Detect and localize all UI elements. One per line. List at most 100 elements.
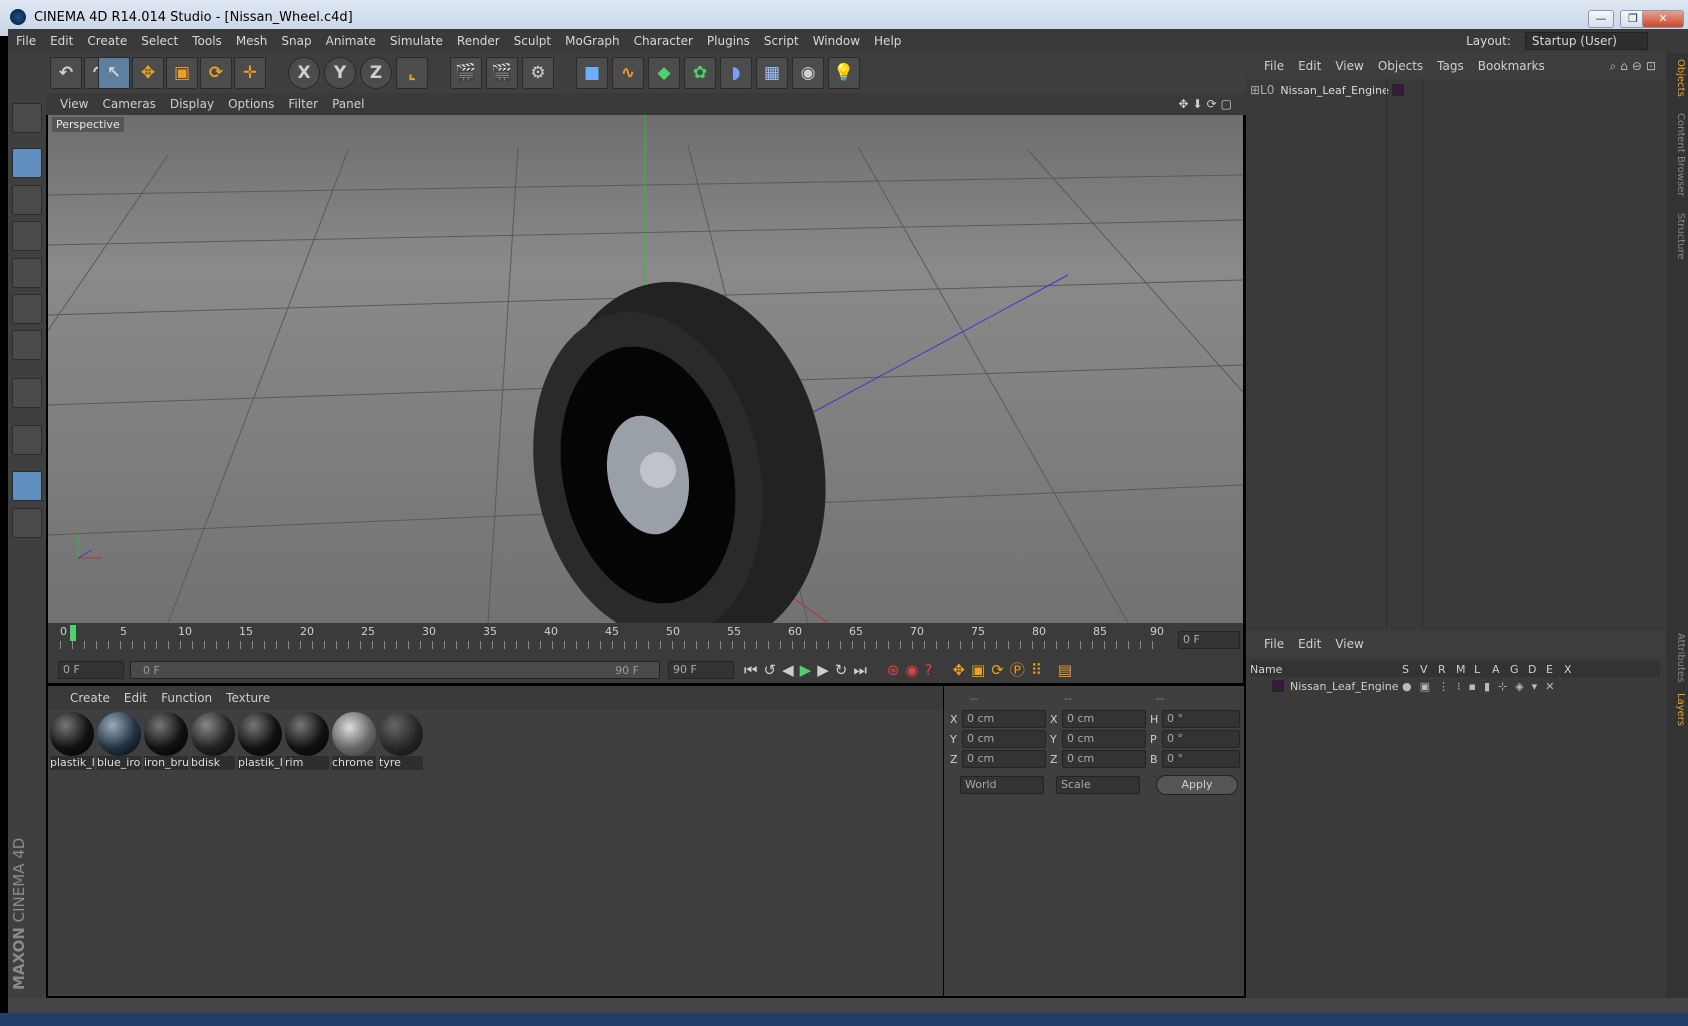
- material-swatch[interactable]: plastik_l: [50, 712, 94, 770]
- menu-plugins[interactable]: Plugins: [707, 34, 750, 48]
- menu-sculpt[interactable]: Sculpt: [514, 34, 551, 48]
- floor-button[interactable]: ▦: [756, 57, 788, 89]
- menu-help[interactable]: Help: [874, 34, 901, 48]
- key-position-icon[interactable]: ✥: [952, 661, 965, 679]
- scale-tool-button[interactable]: ▣: [166, 57, 198, 89]
- layout-select[interactable]: Startup (User): [1524, 32, 1648, 50]
- material-swatch[interactable]: bdisk: [191, 712, 235, 770]
- size-y-field[interactable]: 0 cm: [1062, 730, 1146, 748]
- edges-mode-button[interactable]: [12, 294, 42, 324]
- coordinate-system-button[interactable]: ⌞: [396, 57, 428, 89]
- objects-menu-file[interactable]: File: [1264, 59, 1284, 73]
- viewport-menu-panel[interactable]: Panel: [332, 97, 364, 111]
- objects-menu-edit[interactable]: Edit: [1298, 59, 1321, 73]
- material-swatch[interactable]: rim: [285, 712, 329, 770]
- prev-key-icon[interactable]: ↺: [764, 661, 777, 679]
- menu-create[interactable]: Create: [87, 34, 127, 48]
- tab-structure[interactable]: Structure: [1668, 213, 1686, 260]
- nurbs-button[interactable]: ◆: [648, 57, 680, 89]
- tab-layers[interactable]: Layers: [1668, 693, 1686, 726]
- layer-toggle-icons[interactable]: ●▣⋮⁝▪▮⊹◈▾✕: [1402, 680, 1562, 693]
- objects-menu-tags[interactable]: Tags: [1437, 59, 1464, 73]
- menu-select[interactable]: Select: [141, 34, 178, 48]
- rotate-tool-button[interactable]: ⟳: [200, 57, 232, 89]
- viewport-menu-options[interactable]: Options: [228, 97, 274, 111]
- live-selection-button[interactable]: ✛: [234, 57, 266, 89]
- position-x-field[interactable]: 0 cm: [962, 710, 1046, 728]
- layer-row[interactable]: Nissan_Leaf_Engine ●▣⋮⁝▪▮⊹◈▾✕: [1250, 678, 1660, 694]
- frame-range-slider[interactable]: 0 F 90 F: [130, 661, 660, 679]
- menu-mograph[interactable]: MoGraph: [565, 34, 620, 48]
- material-menu-texture[interactable]: Texture: [226, 691, 270, 705]
- viewport-menu-filter[interactable]: Filter: [288, 97, 318, 111]
- objects-menu-bookmarks[interactable]: Bookmarks: [1478, 59, 1545, 73]
- menu-window[interactable]: Window: [813, 34, 860, 48]
- material-swatch[interactable]: iron_bru: [144, 712, 188, 770]
- perspective-viewport[interactable]: Perspective: [48, 115, 1243, 623]
- magnet-tool-button[interactable]: [12, 425, 42, 455]
- key-pla-icon[interactable]: ⠿: [1031, 661, 1042, 679]
- next-frame-icon[interactable]: ▶: [817, 661, 829, 679]
- objects-menu-view[interactable]: View: [1335, 59, 1363, 73]
- key-rotation-icon[interactable]: ⟳: [991, 661, 1004, 679]
- make-editable-button[interactable]: [12, 103, 42, 133]
- select-tool-button[interactable]: ↖: [98, 57, 130, 89]
- move-tool-button[interactable]: ✥: [132, 57, 164, 89]
- position-y-field[interactable]: 0 cm: [962, 730, 1046, 748]
- menu-tools[interactable]: Tools: [192, 34, 222, 48]
- objects-menu-objects[interactable]: Objects: [1378, 59, 1423, 73]
- tab-objects[interactable]: Objects: [1668, 59, 1686, 97]
- material-swatch[interactable]: tyre: [379, 712, 423, 770]
- material-swatch[interactable]: chrome: [332, 712, 376, 770]
- close-button[interactable]: ✕: [1642, 10, 1684, 28]
- layers-menu-file[interactable]: File: [1264, 637, 1284, 651]
- material-swatch[interactable]: blue_iro: [97, 712, 141, 770]
- go-to-start-icon[interactable]: ⏮: [744, 661, 758, 679]
- camera-button[interactable]: ◉: [792, 57, 824, 89]
- material-menu-create[interactable]: Create: [70, 691, 110, 705]
- go-to-end-icon[interactable]: ⏭: [853, 661, 867, 679]
- prev-frame-icon[interactable]: ◀: [782, 661, 794, 679]
- material-swatch[interactable]: plastik_l: [238, 712, 282, 770]
- position-z-field[interactable]: 0 cm: [962, 750, 1046, 768]
- keyframe-selection-icon[interactable]: ?: [925, 661, 933, 679]
- minimize-button[interactable]: —: [1588, 10, 1614, 28]
- viewport-nav-icons[interactable]: ✥⬇⟳▢: [1178, 97, 1236, 111]
- material-menu-edit[interactable]: Edit: [124, 691, 147, 705]
- texture-mode-button[interactable]: [12, 185, 42, 215]
- auto-key-icon[interactable]: ◉: [905, 661, 918, 679]
- tab-attributes[interactable]: Attributes: [1668, 633, 1686, 682]
- timeline-ruler[interactable]: 0 5 10 15 20 25 30 35 40 45 50 55 60 65 …: [48, 623, 1243, 657]
- spline-pen-button[interactable]: ∿: [612, 57, 644, 89]
- menu-render[interactable]: Render: [457, 34, 500, 48]
- menu-snap[interactable]: Snap: [281, 34, 311, 48]
- layers-menu-edit[interactable]: Edit: [1298, 637, 1321, 651]
- y-axis-lock[interactable]: Y: [324, 57, 356, 89]
- cube-object-button[interactable]: ■: [576, 57, 608, 89]
- menu-file[interactable]: File: [16, 34, 36, 48]
- points-mode-button[interactable]: [12, 258, 42, 288]
- snap-button[interactable]: [12, 471, 42, 501]
- coordinate-system-select[interactable]: World: [960, 776, 1044, 794]
- light-button[interactable]: 💡: [828, 57, 860, 89]
- key-scale-icon[interactable]: ▣: [971, 661, 985, 679]
- end-frame-field[interactable]: 90 F: [668, 661, 734, 679]
- menu-script[interactable]: Script: [764, 34, 799, 48]
- current-frame-field[interactable]: 0 F: [1178, 631, 1240, 649]
- render-settings-button[interactable]: ⚙: [522, 57, 554, 89]
- size-z-field[interactable]: 0 cm: [1062, 750, 1146, 768]
- apply-button[interactable]: Apply: [1156, 775, 1238, 795]
- next-key-icon[interactable]: ↻: [835, 661, 848, 679]
- layers-menu-view[interactable]: View: [1335, 637, 1363, 651]
- size-x-field[interactable]: 0 cm: [1062, 710, 1146, 728]
- viewport-menu-view[interactable]: View: [60, 97, 88, 111]
- viewport-menu-cameras[interactable]: Cameras: [102, 97, 155, 111]
- object-row[interactable]: ⊞L0 Nissan_Leaf_Engine: [1250, 81, 1660, 99]
- size-mode-select[interactable]: Scale: [1056, 776, 1140, 794]
- render-picture-viewer-button[interactable]: 🎬: [486, 57, 518, 89]
- menu-simulate[interactable]: Simulate: [390, 34, 443, 48]
- render-view-button[interactable]: 🎬: [450, 57, 482, 89]
- start-frame-field[interactable]: 0 F: [58, 661, 124, 679]
- z-axis-lock[interactable]: Z: [360, 57, 392, 89]
- x-axis-lock[interactable]: X: [288, 57, 320, 89]
